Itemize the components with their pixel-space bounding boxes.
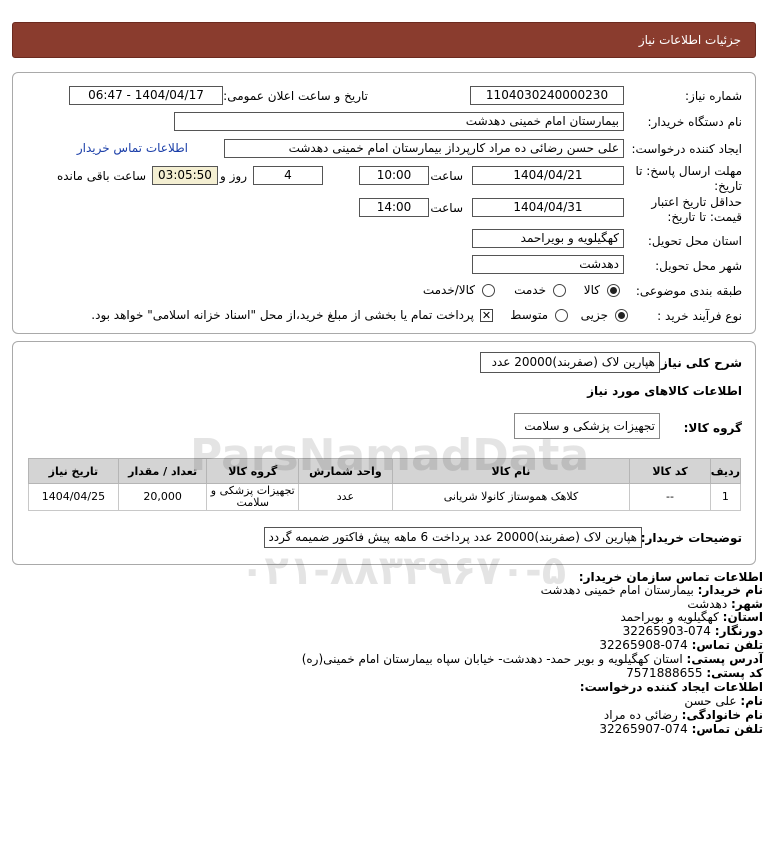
deadline-time-field: 10:00 <box>359 166 429 185</box>
purchase-option-medium: متوسط <box>510 308 548 322</box>
validity-date-field: 1404/04/31 <box>472 198 624 217</box>
need-number-label: شماره نیاز: <box>685 89 742 103</box>
validity-time-label: ساعت <box>430 201 463 215</box>
deadline-time-label: ساعت <box>430 169 463 183</box>
category-radio-service[interactable] <box>553 284 566 297</box>
deadline-label-line1: مهلت ارسال پاسخ: تا <box>635 164 742 178</box>
page-title: جزئیات اطلاعات نیاز <box>12 22 756 58</box>
purchase-option-minor: جزیی <box>580 308 608 322</box>
goods-table: ردیف کد کالا نام کالا واحد شمارش گروه کا… <box>28 458 742 511</box>
creator-last-name: نام خانوادگی: رضائی ده مراد <box>603 708 763 722</box>
treasury-note: پرداخت تمام یا بخشی از مبلغ خرید،از محل … <box>91 308 474 322</box>
treasury-checkbox[interactable]: ✕ <box>480 309 493 322</box>
purchase-type-label: نوع فرآیند خرید : <box>657 309 742 323</box>
cell-group: تجهیزات پزشکی و سلامت <box>206 483 300 511</box>
buyer-org-field: بیمارستان امام خمینی دهدشت <box>174 112 624 131</box>
category-radio-goods[interactable] <box>607 284 620 297</box>
city-field: دهدشت <box>472 255 624 274</box>
cell-qty: 20,000 <box>117 483 208 511</box>
category-radio-goods-service[interactable] <box>482 284 495 297</box>
validity-label-line1: حداقل تاریخ اعتبار <box>651 195 742 209</box>
table-header-row: ردیف کد کالا نام کالا واحد شمارش گروه کا… <box>28 458 742 484</box>
days-remaining-field: 4 <box>253 166 323 185</box>
purchase-radio-medium[interactable] <box>555 309 568 322</box>
deadline-date-field: 1404/04/21 <box>472 166 624 185</box>
cell-date: 1404/04/25 <box>28 483 119 511</box>
contact-province: استان: کهگیلویه و بویراحمد <box>620 610 763 624</box>
contact-fax: دورنگار: 074-32265903 <box>622 624 763 638</box>
goods-group-label: گروه کالا: <box>683 421 742 435</box>
remaining-label: ساعت باقی مانده <box>56 169 146 183</box>
col-name: نام کالا <box>391 458 631 484</box>
category-option-service: خدمت <box>514 283 546 297</box>
cell-code: -- <box>629 483 711 511</box>
announce-field: 1404/04/17 - 06:47 <box>69 86 223 105</box>
col-date: تاریخ نیاز <box>28 458 119 484</box>
contact-phone: تلفن تماس: 074-32265908 <box>599 638 763 652</box>
province-field: کهگیلویه و بویراحمد <box>472 229 624 248</box>
need-number-field: 1104030240000230 <box>470 86 624 105</box>
buyer-contact-link[interactable]: اطلاعات تماس خریدار <box>77 141 188 155</box>
creator-title: اطلاعات ایجاد کننده درخواست: <box>579 680 763 694</box>
days-label: روز و <box>220 169 247 183</box>
contact-org-title: اطلاعات تماس سازمان خریدار: <box>578 570 763 584</box>
requester-field: علی حسن رضائی ده مراد کارپرداز بیمارستان… <box>224 139 624 158</box>
category-option-goods: کالا <box>583 283 600 297</box>
cell-unit: عدد <box>298 483 393 511</box>
col-row: ردیف <box>709 458 742 484</box>
province-label: استان محل تحویل: <box>647 234 742 248</box>
validity-time-field: 14:00 <box>359 198 429 217</box>
col-code: کد کالا <box>629 458 711 484</box>
contact-address: آدرس پستی: استان کهگیلویه و بویر حمد- ده… <box>301 652 763 666</box>
deadline-label-line2: تاریخ: <box>714 179 742 193</box>
creator-first-name: نام: علی حسن <box>684 694 763 708</box>
countdown-timer: 03:05:50 <box>152 166 218 185</box>
col-qty: تعداد / مقدار <box>117 458 208 484</box>
goods-group-field: تجهیزات پزشکی و سلامت <box>514 413 660 439</box>
summary-field: هپارین لاک (صفربند)20000 عدد <box>480 352 660 373</box>
purchase-radio-minor[interactable] <box>615 309 628 322</box>
cell-row: 1 <box>709 483 742 511</box>
requester-label: ایجاد کننده درخواست: <box>631 142 742 156</box>
contact-city: شهر: دهدشت <box>687 597 763 611</box>
category-option-goods-service: کالا/خدمت <box>422 283 475 297</box>
creator-phone: تلفن تماس: 074-32265907 <box>599 722 763 736</box>
contact-postal: کد پستی: 7571888655 <box>626 666 763 680</box>
city-label: شهر محل تحویل: <box>655 259 742 273</box>
category-label: طبقه بندی موضوعی: <box>635 284 742 298</box>
col-group: گروه کالا <box>206 458 300 484</box>
summary-label: شرح کلی نیاز: <box>656 356 742 370</box>
buyer-notes-field: هپارین لاک (صفربند)20000 عدد پرداخت 6 ما… <box>264 527 642 548</box>
table-row: 1 -- کلاهک هموستاز کانولا شریانی عدد تجه… <box>28 483 742 511</box>
buyer-notes-label: توضیحات خریدار: <box>640 531 742 545</box>
announce-label: تاریخ و ساعت اعلان عمومی: <box>223 89 368 103</box>
contact-buyer-name: نام خریدار: بیمارستان امام خمینی دهدشت <box>540 583 763 597</box>
cell-name: کلاهک هموستاز کانولا شریانی <box>391 483 631 511</box>
buyer-org-label: نام دستگاه خریدار: <box>647 115 743 129</box>
col-unit: واحد شمارش <box>298 458 393 484</box>
validity-label-line2: قیمت: تا تاریخ: <box>667 210 742 224</box>
goods-section-title: اطلاعات کالاهای مورد نیاز <box>587 384 742 398</box>
